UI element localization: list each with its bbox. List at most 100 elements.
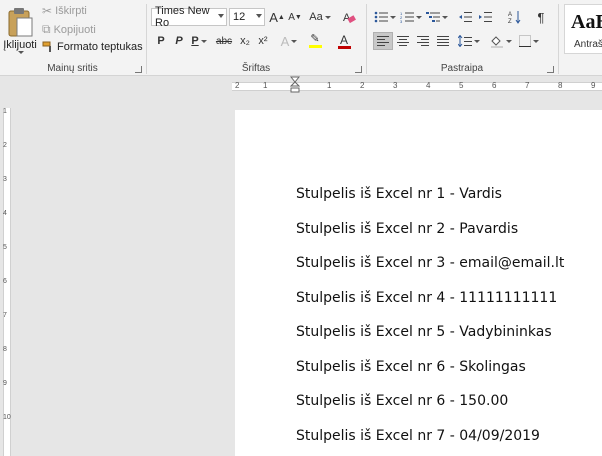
underline-icon: P [191, 35, 199, 47]
change-case-icon: Aa [309, 11, 323, 23]
increase-indent-icon [479, 12, 492, 22]
sort-button[interactable]: AZ [505, 8, 525, 26]
decrease-indent-button[interactable] [455, 8, 475, 26]
subscript-icon: x₂ [240, 35, 250, 47]
bullets-button[interactable] [373, 8, 397, 26]
paste-button[interactable]: Įklijuoti [2, 2, 38, 58]
cut-button[interactable]: ✂ Iškirpti [42, 4, 87, 18]
justify-icon [437, 36, 449, 46]
font-color-button[interactable]: A [331, 32, 357, 50]
ruler-tick-label: 7 [525, 81, 530, 90]
ruler-tick-label: 5 [459, 81, 464, 90]
grow-font-button[interactable]: A ▲ [267, 8, 287, 26]
document-paragraph[interactable]: Stulpelis iš Excel nr 2 - Pavardis [296, 221, 518, 237]
ruler-tick-label: 10 [3, 414, 11, 421]
show-marks-button[interactable]: ¶ [531, 8, 551, 26]
align-center-icon [397, 36, 409, 46]
font-name-combo[interactable]: Times New Ro [151, 5, 227, 29]
chevron-down-icon [218, 14, 224, 18]
vertical-ruler[interactable]: 1 2 3 4 5 6 7 8 9 10 [0, 96, 14, 456]
copy-icon: ⧉ [42, 22, 51, 36]
ruler-tick-label: 4 [3, 210, 7, 217]
highlight-button[interactable]: ✎ [303, 32, 327, 50]
align-center-button[interactable] [393, 32, 413, 50]
ruler-tick-label: 5 [3, 244, 7, 251]
italic-icon: P [175, 35, 183, 47]
grow-font-icon: A [269, 9, 278, 25]
subscript-button[interactable]: x₂ [235, 32, 255, 50]
style-sample: AaB [571, 11, 602, 33]
font-launcher-icon[interactable] [355, 66, 362, 73]
document-paragraph[interactable]: Stulpelis iš Excel nr 6 - Skolingas [296, 359, 526, 375]
shrink-font-icon: A [288, 11, 295, 23]
superscript-button[interactable]: x² [253, 32, 273, 50]
borders-icon [519, 35, 531, 47]
decrease-indent-icon [459, 12, 472, 22]
paragraph-group: 123 AZ ¶ Pastraipa [367, 0, 557, 76]
style-heading-tile[interactable]: AaB Antraš [564, 4, 602, 54]
cut-label: Iškirpti [55, 5, 87, 17]
document-page[interactable]: Stulpelis iš Excel nr 1 - Vardis Stulpeli… [235, 110, 602, 456]
shrink-font-button[interactable]: A ▼ [285, 8, 305, 26]
increase-indent-button[interactable] [475, 8, 495, 26]
clear-formatting-button[interactable]: A [339, 8, 359, 26]
svg-text:3: 3 [400, 19, 403, 23]
copy-label: Kopijuoti [53, 23, 96, 36]
scissors-icon: ✂ [42, 4, 53, 18]
align-left-button[interactable] [373, 32, 393, 50]
italic-button[interactable]: P [169, 32, 189, 50]
clipboard-icon [8, 8, 33, 37]
ruler-tick-label: 7 [3, 312, 7, 319]
paintbrush-icon [42, 41, 51, 52]
ruler-tick-label: 9 [3, 380, 7, 387]
copy-button[interactable]: ⧉ Kopijuoti [42, 22, 96, 37]
multilevel-list-icon [426, 12, 440, 22]
svg-text:Z: Z [508, 19, 512, 24]
document-paragraph[interactable]: Stulpelis iš Excel nr 6 - 150.00 [296, 393, 508, 409]
document-paragraph[interactable]: Stulpelis iš Excel nr 4 - 11111111111 [296, 290, 557, 306]
line-spacing-button[interactable] [457, 32, 481, 50]
font-group-label: Šriftas [241, 63, 271, 74]
change-case-button[interactable]: Aa [307, 8, 333, 26]
underline-button[interactable]: P [187, 32, 211, 50]
numbering-icon: 123 [400, 11, 414, 23]
paragraph-launcher-icon[interactable] [547, 66, 554, 73]
document-paragraph[interactable]: Stulpelis iš Excel nr 1 - Vardis [296, 186, 502, 202]
borders-button[interactable] [517, 32, 541, 50]
indent-marker-icon[interactable] [290, 76, 300, 96]
ruler-tick-label: 3 [393, 81, 398, 90]
shading-button[interactable] [489, 32, 513, 50]
text-effects-button[interactable]: A [277, 32, 301, 50]
style-name: Antraš [574, 39, 602, 50]
horizontal-ruler-track [232, 82, 602, 91]
horizontal-ruler[interactable]: 2 1 1 2 3 4 5 6 7 8 9 [0, 76, 602, 96]
format-painter-button[interactable]: Formato teptukas [42, 41, 143, 53]
superscript-icon: x² [258, 35, 268, 47]
document-paragraph[interactable]: Stulpelis iš Excel nr 5 - Vadybininkas [296, 324, 552, 340]
svg-text:A: A [508, 12, 512, 18]
ribbon: Įklijuoti ✂ Iškirpti ⧉ Kopijuoti Formato… [0, 0, 602, 76]
document-paragraph[interactable]: Stulpelis iš Excel nr 7 - 04/09/2019 [296, 428, 540, 444]
align-right-icon [417, 36, 429, 46]
ruler-tick-label: 9 [591, 81, 596, 90]
multilevel-list-button[interactable] [425, 8, 449, 26]
document-paragraph[interactable]: Stulpelis iš Excel nr 3 - email@email.lt [296, 255, 564, 271]
chevron-down-icon [256, 14, 262, 18]
font-color-icon: A [339, 32, 348, 47]
strikethrough-button[interactable]: abc [213, 32, 235, 50]
pilcrow-icon: ¶ [537, 9, 545, 25]
sort-icon: AZ [508, 11, 521, 24]
align-right-button[interactable] [413, 32, 433, 50]
numbering-button[interactable]: 123 [399, 8, 423, 26]
bold-button[interactable]: P [151, 32, 171, 50]
justify-button[interactable] [433, 32, 453, 50]
clipboard-launcher-icon[interactable] [135, 66, 142, 73]
clipboard-group: Įklijuoti ✂ Iškirpti ⧉ Kopijuoti Formato… [0, 0, 145, 76]
highlight-color-bar [308, 45, 322, 48]
font-name-value: Times New Ro [155, 5, 210, 29]
font-size-combo[interactable]: 12 [229, 8, 265, 26]
clipboard-group-label: Mainų sritis [47, 63, 98, 74]
paste-dropdown-icon[interactable] [18, 51, 24, 54]
styles-gallery: AaB Antraš [560, 0, 602, 76]
strikethrough-icon: abc [215, 35, 233, 47]
